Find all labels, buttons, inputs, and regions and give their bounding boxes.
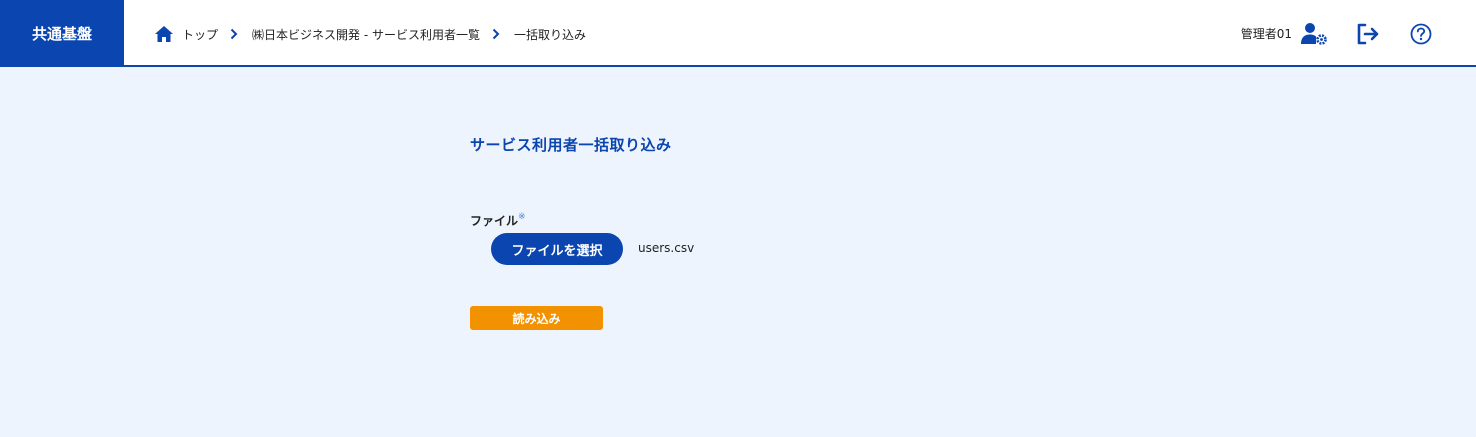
choose-file-button[interactable]: ファイルを選択 bbox=[491, 233, 623, 265]
page-title: サービス利用者一括取り込み bbox=[470, 136, 672, 154]
required-mark: ※ bbox=[518, 212, 526, 222]
user-name: 管理者01 bbox=[1240, 27, 1292, 41]
file-label-text: ファイル bbox=[470, 214, 519, 228]
breadcrumb-item-top: トップ bbox=[182, 27, 219, 42]
header: 共通基盤 トップ ㈱日本ビジネス開発 - サービス利用者一覧 一括取り込み 管理… bbox=[0, 0, 1476, 67]
load-button[interactable]: 読み込み bbox=[470, 306, 603, 330]
brand-label: 共通基盤 bbox=[31, 25, 92, 43]
breadcrumb-item-user-list[interactable]: ㈱日本ビジネス開発 - サービス利用者一覧 bbox=[252, 26, 480, 43]
brand-logo[interactable]: 共通基盤 bbox=[0, 0, 124, 67]
home-icon bbox=[155, 26, 173, 42]
logout-icon[interactable] bbox=[1356, 23, 1380, 45]
breadcrumb-home[interactable]: トップ bbox=[154, 25, 218, 43]
main-content: サービス利用者一括取り込み ファイル※ ファイルを選択 users.csv 読み… bbox=[470, 134, 1070, 330]
user-gear-icon[interactable] bbox=[1300, 22, 1328, 46]
breadcrumb-item-current: 一括取り込み bbox=[513, 27, 586, 42]
header-actions: 管理者01 bbox=[1241, 0, 1476, 67]
breadcrumb: トップ ㈱日本ビジネス開発 - サービス利用者一覧 一括取り込み bbox=[154, 23, 586, 45]
help-icon[interactable] bbox=[1410, 23, 1432, 45]
chevron-right-icon bbox=[492, 28, 502, 40]
selected-file-name: users.csv bbox=[638, 241, 695, 255]
file-field-label: ファイル※ bbox=[470, 212, 526, 229]
chevron-right-icon bbox=[230, 28, 240, 40]
